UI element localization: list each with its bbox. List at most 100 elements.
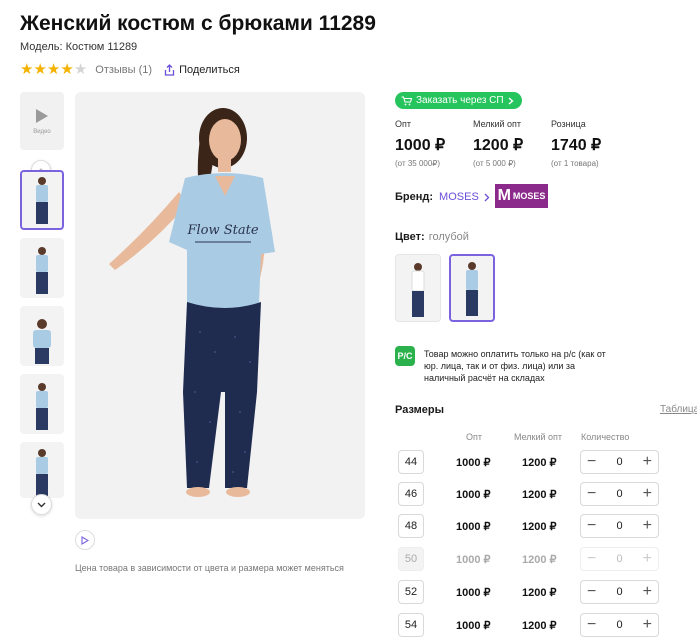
color-swatch-blue[interactable] (449, 254, 495, 322)
size-price-small-opt: 1200 ₽ (522, 587, 557, 599)
rating-row: ★ ★ ★ ★ ★ Отзывы (1) Поделиться (20, 61, 240, 78)
quantity-stepper: − 0 + (580, 613, 659, 637)
size-row: 46 1000 ₽ 1200 ₽ − 0 + (398, 482, 668, 508)
size-label: 48 (398, 514, 424, 538)
color-swatch-white[interactable] (395, 254, 441, 322)
quantity-value[interactable]: 0 (616, 520, 622, 532)
size-price-opt: 1000 ₽ (456, 521, 491, 533)
reviews-link[interactable]: Отзывы (1) (95, 64, 152, 76)
price-tier-label: Розница (551, 119, 586, 129)
brand-label: Бренд: (395, 191, 434, 203)
decrement-button[interactable]: − (587, 518, 596, 534)
model-figure: Flow State (109, 108, 275, 497)
thumbs-scroll-down-button[interactable] (31, 494, 52, 515)
sizes-title: Размеры (395, 404, 445, 416)
thumb-model-figure (36, 383, 48, 430)
size-label: 50 (398, 547, 424, 571)
quantity-stepper: − 0 + (580, 580, 659, 604)
size-price-small-opt: 1200 ₽ (522, 457, 557, 469)
price-tier-condition: (от 5 000 ₽) (473, 159, 516, 168)
price-tier-value: 1000 ₽ (395, 137, 446, 154)
size-label: 46 (398, 482, 424, 506)
quantity-stepper: − 0 + (580, 514, 659, 538)
thumbnail-5[interactable] (20, 442, 64, 498)
payment-account-icon: Р/С (395, 346, 415, 366)
increment-button[interactable]: + (643, 518, 652, 534)
column-header-small-opt: Мелкий опт (514, 432, 563, 442)
thumb-model-figure (33, 319, 51, 364)
thumbnail-2[interactable] (20, 238, 64, 298)
star-empty-icon: ★ (73, 61, 88, 78)
decrement-button[interactable]: − (587, 584, 596, 600)
thumb-model-figure (36, 449, 48, 496)
share-button[interactable]: Поделиться (164, 64, 240, 76)
size-price-opt: 1000 ₽ (456, 587, 491, 599)
increment-button[interactable]: + (643, 486, 652, 502)
column-header-opt: Опт (466, 432, 482, 442)
price-tier-label: Опт (395, 119, 411, 129)
quantity-value[interactable]: 0 (616, 488, 622, 500)
star-icon: ★ (20, 61, 34, 78)
brand-row: Бренд: MOSES (395, 191, 491, 203)
increment-button[interactable]: + (643, 454, 652, 470)
decrement-button[interactable]: − (587, 617, 596, 633)
size-price-opt: 1000 ₽ (456, 620, 491, 632)
color-value: голубой (428, 231, 469, 243)
order-sp-button[interactable]: Заказать через СП (395, 92, 522, 109)
quantity-stepper: − 0 + (580, 450, 659, 474)
thumb-model-figure (36, 247, 48, 294)
video-label: Видео (33, 128, 51, 135)
brand-link[interactable]: MOSES (439, 191, 479, 203)
size-row: 44 1000 ₽ 1200 ₽ − 0 + (398, 450, 668, 476)
price-tier-label: Мелкий опт (473, 119, 522, 129)
size-row: 48 1000 ₽ 1200 ₽ − 0 + (398, 514, 668, 540)
product-model: Модель: Костюм 11289 (20, 41, 138, 53)
quantity-value[interactable]: 0 (616, 619, 622, 631)
share-icon (164, 64, 175, 76)
quantity-value: 0 (616, 553, 623, 565)
swatch-model-figure (466, 262, 478, 316)
increment-button: + (642, 550, 652, 567)
quantity-stepper: − 0 + (580, 547, 659, 571)
size-row: 54 1000 ₽ 1200 ₽ − 0 + (398, 613, 668, 639)
price-tier-condition: (от 35 000₽) (395, 159, 441, 168)
thumbnail-1[interactable] (20, 170, 64, 230)
price-tier-value: 1740 ₽ (551, 137, 602, 154)
swatch-model-figure (411, 263, 425, 317)
chevron-down-icon (37, 502, 46, 507)
thumbnail-4[interactable] (20, 374, 64, 434)
size-table-link[interactable]: Таблица (660, 404, 697, 415)
video-play-button[interactable] (75, 530, 95, 550)
price-tier-small-opt: Мелкий опт 1200 ₽ (от 5 000 ₽) (473, 119, 551, 168)
cart-icon (401, 95, 412, 105)
chevron-right-icon (508, 96, 514, 105)
decrement-button[interactable]: − (587, 486, 596, 502)
brand-logo[interactable]: M MOSES (495, 184, 548, 208)
size-price-opt: 1000 ₽ (456, 554, 491, 566)
thumbnail-3[interactable] (20, 306, 64, 366)
quantity-value[interactable]: 0 (616, 456, 622, 468)
main-product-image[interactable]: Flow State (75, 92, 365, 519)
increment-button[interactable]: + (643, 584, 652, 600)
order-sp-label: Заказать через СП (416, 95, 504, 106)
size-price-small-opt: 1200 ₽ (522, 489, 557, 501)
star-icon: ★ (60, 61, 74, 78)
thumb-model-figure (36, 177, 48, 224)
decrement-button[interactable]: − (587, 454, 596, 470)
quantity-value[interactable]: 0 (616, 586, 622, 598)
star-icon: ★ (46, 61, 61, 78)
size-row-disabled: 50 1000 ₽ 1200 ₽ − 0 + (398, 547, 668, 573)
color-row: Цвет: голубой (395, 231, 469, 243)
price-tiers: Опт 1000 ₽ (от 35 000₽) Мелкий опт 1200 … (395, 119, 629, 168)
brand-logo-text: MOSES (512, 191, 546, 201)
size-price-small-opt: 1200 ₽ (522, 620, 557, 632)
size-label: 52 (398, 580, 424, 604)
increment-button[interactable]: + (643, 617, 652, 633)
product-title: Женский костюм с брюками 11289 (20, 12, 376, 35)
price-tier-opt: Опт 1000 ₽ (от 35 000₽) (395, 119, 473, 168)
play-icon (36, 108, 48, 123)
decrement-button: − (587, 550, 597, 567)
thumbnail-strip: Видео (20, 92, 66, 150)
video-thumb[interactable]: Видео (20, 92, 64, 150)
price-tier-retail: Розница 1740 ₽ (от 1 товара) (551, 119, 629, 168)
